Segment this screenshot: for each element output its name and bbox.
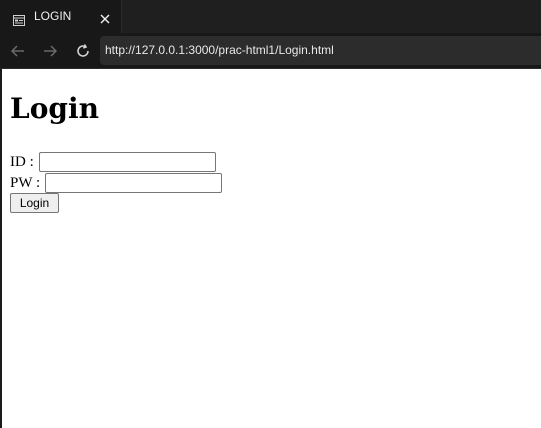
tab-title: LOGIN — [34, 9, 72, 23]
page-content: Login ID : PW : Login — [2, 69, 541, 428]
tab-strip: LOGIN — [0, 0, 541, 33]
browser-window: LOGIN http://127.0.0.1:3000/prac-html1/L… — [0, 0, 541, 428]
id-label: ID : — [10, 154, 34, 170]
arrow-left-icon[interactable] — [9, 42, 27, 60]
page-icon — [13, 11, 25, 26]
reload-icon[interactable] — [74, 42, 92, 60]
page-title: Login — [10, 92, 99, 125]
arrow-right-icon[interactable] — [41, 42, 59, 60]
id-input[interactable] — [38, 152, 216, 172]
url-text: http://127.0.0.1:3000/prac-html1/Login.h… — [105, 43, 334, 57]
pw-row: PW : — [10, 173, 222, 193]
login-button[interactable]: Login — [10, 193, 59, 213]
id-row: ID : — [10, 152, 216, 172]
pw-label: PW : — [10, 175, 41, 191]
close-icon[interactable] — [99, 10, 111, 24]
browser-toolbar: http://127.0.0.1:3000/prac-html1/Login.h… — [0, 33, 541, 68]
tab-login[interactable]: LOGIN — [0, 0, 122, 33]
pw-input[interactable] — [44, 173, 222, 193]
address-bar[interactable]: http://127.0.0.1:3000/prac-html1/Login.h… — [100, 36, 541, 65]
